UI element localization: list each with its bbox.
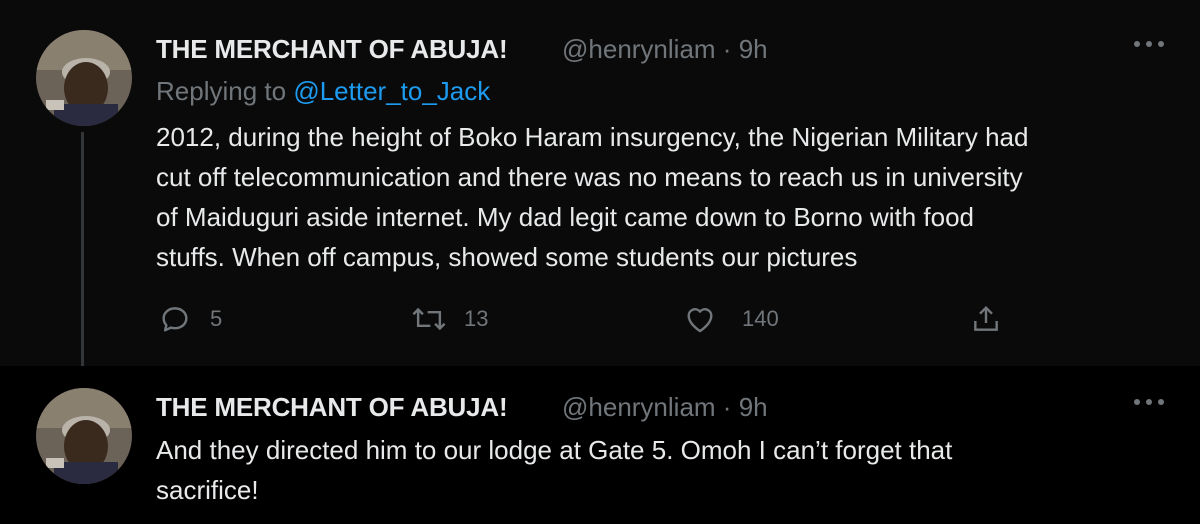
reply-count: 5	[210, 306, 223, 331]
replying-prefix: Replying to	[156, 76, 287, 106]
user-handle[interactable]: @henrynliam	[562, 34, 716, 64]
more-options-button[interactable]	[1132, 34, 1166, 60]
heart-icon	[687, 308, 713, 333]
tweet[interactable]: THE MERCHANT OF ABUJA! @henrynliam · 9h …	[0, 0, 1200, 366]
display-name[interactable]: THE MERCHANT OF ABUJA!	[156, 34, 508, 65]
more-dots-icon	[1134, 399, 1164, 405]
user-handle[interactable]: @henrynliam	[562, 392, 716, 422]
tweet-body: And they directed him to our lodge at Ga…	[156, 435, 953, 505]
more-options-button[interactable]	[1132, 392, 1166, 418]
separator: ·	[722, 34, 732, 64]
replying-to-link[interactable]: @Letter_to_Jack	[293, 76, 490, 106]
share-button[interactable]	[970, 302, 1002, 336]
avatar[interactable]	[36, 388, 132, 484]
retweet-arrows-icon	[412, 307, 446, 331]
timestamp[interactable]: 9h	[739, 392, 768, 422]
reply-button[interactable]: 5	[158, 302, 222, 336]
timestamp[interactable]: 9h	[739, 34, 768, 64]
separator: ·	[722, 392, 732, 422]
avatar[interactable]	[36, 30, 132, 126]
handle-and-time[interactable]: @henrynliam · 9h	[562, 392, 768, 423]
handle-and-time[interactable]: @henrynliam · 9h	[562, 34, 768, 65]
speech-bubble-icon	[162, 307, 188, 332]
avatar-photo	[36, 30, 132, 126]
tweet-body: 2012, during the height of Boko Haram in…	[156, 122, 1029, 272]
like-count: 140	[742, 306, 779, 331]
retweet-button[interactable]: 13	[410, 302, 488, 336]
tweet-thread: THE MERCHANT OF ABUJA! @henrynliam · 9h …	[0, 0, 1200, 524]
replying-to: Replying to @Letter_to_Jack	[156, 76, 490, 107]
display-name[interactable]: THE MERCHANT OF ABUJA!	[156, 392, 508, 423]
like-button[interactable]: 140	[682, 302, 779, 336]
tweet[interactable]: THE MERCHANT OF ABUJA! @henrynliam · 9h …	[0, 366, 1200, 524]
retweet-count: 13	[464, 306, 489, 331]
share-upload-icon	[974, 305, 998, 331]
more-dots-icon	[1134, 41, 1164, 47]
thread-connector	[81, 132, 84, 366]
avatar-photo	[36, 388, 132, 484]
